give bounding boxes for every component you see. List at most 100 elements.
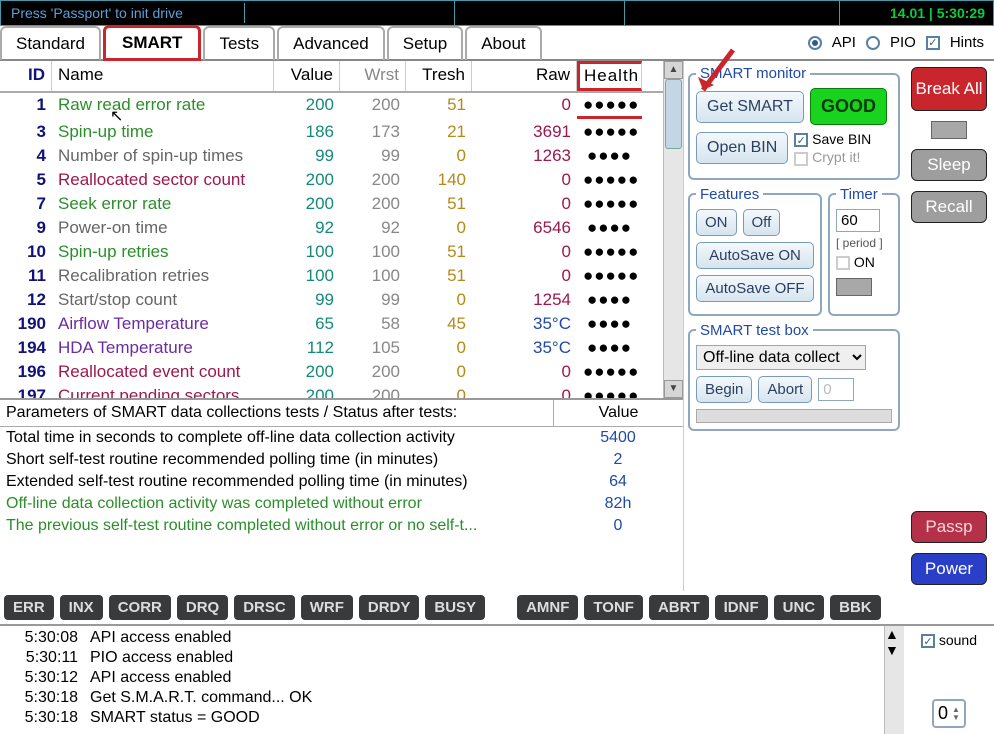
param-row: The previous self-test routine completed… [0, 515, 683, 537]
cell-wrst: 200 [340, 169, 406, 191]
scroll-up-icon[interactable]: ▲ [885, 626, 904, 642]
cell-health: ●●●● [577, 313, 642, 335]
status-tag-abrt[interactable]: ABRT [649, 595, 709, 620]
log-scrollbar[interactable]: ▲ ▼ [884, 626, 904, 734]
features-off-button[interactable]: Off [743, 209, 781, 236]
status-tag-drdy[interactable]: DRDY [359, 595, 420, 620]
autosave-on-button[interactable]: AutoSave ON [696, 242, 814, 269]
begin-button[interactable]: Begin [696, 376, 752, 403]
timer-legend: Timer [836, 186, 882, 203]
table-row[interactable]: 7Seek error rate200200510●●●●● [0, 192, 663, 216]
param-value: 64 [553, 471, 683, 493]
status-tag-err[interactable]: ERR [4, 595, 54, 620]
stepper-down-icon[interactable]: ▼ [952, 714, 960, 722]
cell-wrst: 200 [340, 94, 406, 119]
table-row[interactable]: 12Start/stop count999901254●●●● [0, 288, 663, 312]
scroll-down-icon[interactable]: ▼ [664, 380, 683, 398]
status-tag-wrf[interactable]: WRF [301, 595, 353, 620]
scroll-up-icon[interactable]: ▲ [664, 61, 683, 79]
cell-id: 3 [0, 121, 52, 143]
timer-on-label: ON [854, 254, 875, 270]
status-tag-busy[interactable]: BUSY [425, 595, 485, 620]
break-all-button[interactable]: Break All [911, 67, 987, 111]
table-row[interactable]: 10Spin-up retries100100510●●●●● [0, 240, 663, 264]
log-time: 5:30:18 [0, 689, 90, 707]
tab-smart[interactable]: SMART [103, 25, 201, 61]
radio-pio[interactable] [866, 36, 880, 50]
testbox-combo[interactable]: Off-line data collect [696, 345, 866, 370]
table-row[interactable]: 1Raw read error rate200200510●●●●● [0, 93, 663, 120]
passp-button[interactable]: Passp [911, 511, 987, 543]
status-tag-drq[interactable]: DRQ [177, 595, 228, 620]
status-tag-bbk[interactable]: BBK [830, 595, 881, 620]
grid-scrollbar[interactable]: ▲ ▼ [663, 61, 683, 398]
checkbox-sound[interactable]: ✓ [921, 634, 935, 648]
status-tag-drsc[interactable]: DRSC [234, 595, 295, 620]
open-bin-button[interactable]: Open BIN [696, 132, 788, 164]
param-value: 5400 [553, 427, 683, 449]
status-tag-corr[interactable]: CORR [109, 595, 171, 620]
cell-id: 194 [0, 337, 52, 359]
checkbox-save-bin[interactable]: ✓ [794, 133, 808, 147]
cell-tresh: 51 [406, 265, 472, 287]
log-row: 5:30:18SMART status = GOOD [0, 708, 884, 728]
col-health[interactable]: Health [577, 61, 642, 91]
cell-id: 5 [0, 169, 52, 191]
scroll-thumb[interactable] [665, 79, 682, 149]
cell-tresh: 0 [406, 385, 472, 398]
cell-health: ●●●● [577, 217, 642, 239]
col-tresh[interactable]: Tresh [406, 61, 472, 91]
cell-raw: 3691 [472, 121, 577, 143]
tab-setup[interactable]: Setup [387, 26, 463, 60]
cell-health: ●●●●● [577, 265, 642, 287]
power-button[interactable]: Power [911, 553, 987, 585]
cell-wrst: 58 [340, 313, 406, 335]
sleep-button[interactable]: Sleep [911, 149, 987, 181]
col-raw[interactable]: Raw [472, 61, 577, 91]
status-tag-tonf[interactable]: TONF [584, 595, 643, 620]
checkbox-timer-on[interactable] [836, 256, 850, 270]
abort-button[interactable]: Abort [758, 376, 812, 403]
table-row[interactable]: 3Spin-up time186173213691●●●●● [0, 120, 663, 144]
counter-stepper[interactable]: 0 ▲▼ [932, 699, 966, 728]
status-tag-unc[interactable]: UNC [774, 595, 825, 620]
cell-name: HDA Temperature [52, 337, 274, 359]
cell-health: ●●●●● [577, 385, 642, 398]
radio-api[interactable] [808, 36, 822, 50]
cell-tresh: 45 [406, 313, 472, 335]
status-tag-inx[interactable]: INX [60, 595, 103, 620]
features-on-button[interactable]: ON [696, 209, 737, 236]
col-value[interactable]: Value [274, 61, 340, 91]
recall-button[interactable]: Recall [911, 191, 987, 223]
tab-standard[interactable]: Standard [0, 26, 101, 60]
cell-id: 7 [0, 193, 52, 215]
cell-name: Current pending sectors [52, 385, 274, 398]
tab-tests[interactable]: Tests [203, 26, 275, 60]
tab-about[interactable]: About [465, 26, 541, 60]
col-name[interactable]: Name [52, 61, 274, 91]
table-row[interactable]: 11Recalibration retries100100510●●●●● [0, 264, 663, 288]
timer-input[interactable] [836, 209, 880, 232]
testbox-num-input[interactable] [818, 378, 854, 401]
get-smart-button[interactable]: Get SMART [696, 91, 804, 123]
features-panel: Features ON Off AutoSave ON AutoSave OFF [688, 186, 822, 316]
radio-api-label: API [832, 34, 856, 51]
table-row[interactable]: 196Reallocated event count20020000●●●●● [0, 360, 663, 384]
table-row[interactable]: 9Power-on time929206546●●●● [0, 216, 663, 240]
status-tag-idnf[interactable]: IDNF [715, 595, 768, 620]
table-row[interactable]: 190Airflow Temperature65584535°C●●●● [0, 312, 663, 336]
tab-advanced[interactable]: Advanced [277, 26, 385, 60]
table-row[interactable]: 4Number of spin-up times999901263●●●● [0, 144, 663, 168]
table-row[interactable]: 194HDA Temperature112105035°C●●●● [0, 336, 663, 360]
autosave-off-button[interactable]: AutoSave OFF [696, 275, 814, 302]
col-wrst[interactable]: Wrst [340, 61, 406, 91]
col-id[interactable]: ID [0, 61, 52, 91]
cell-id: 4 [0, 145, 52, 167]
checkbox-hints[interactable]: ✓ [926, 36, 940, 50]
scroll-down-icon[interactable]: ▼ [885, 642, 904, 658]
table-row[interactable]: 197Current pending sectors20020000●●●●● [0, 384, 663, 398]
sound-label: sound [939, 632, 977, 648]
status-tag-amnf[interactable]: AMNF [517, 595, 578, 620]
table-row[interactable]: 5Reallocated sector count2002001400●●●●● [0, 168, 663, 192]
cell-tresh: 51 [406, 193, 472, 215]
